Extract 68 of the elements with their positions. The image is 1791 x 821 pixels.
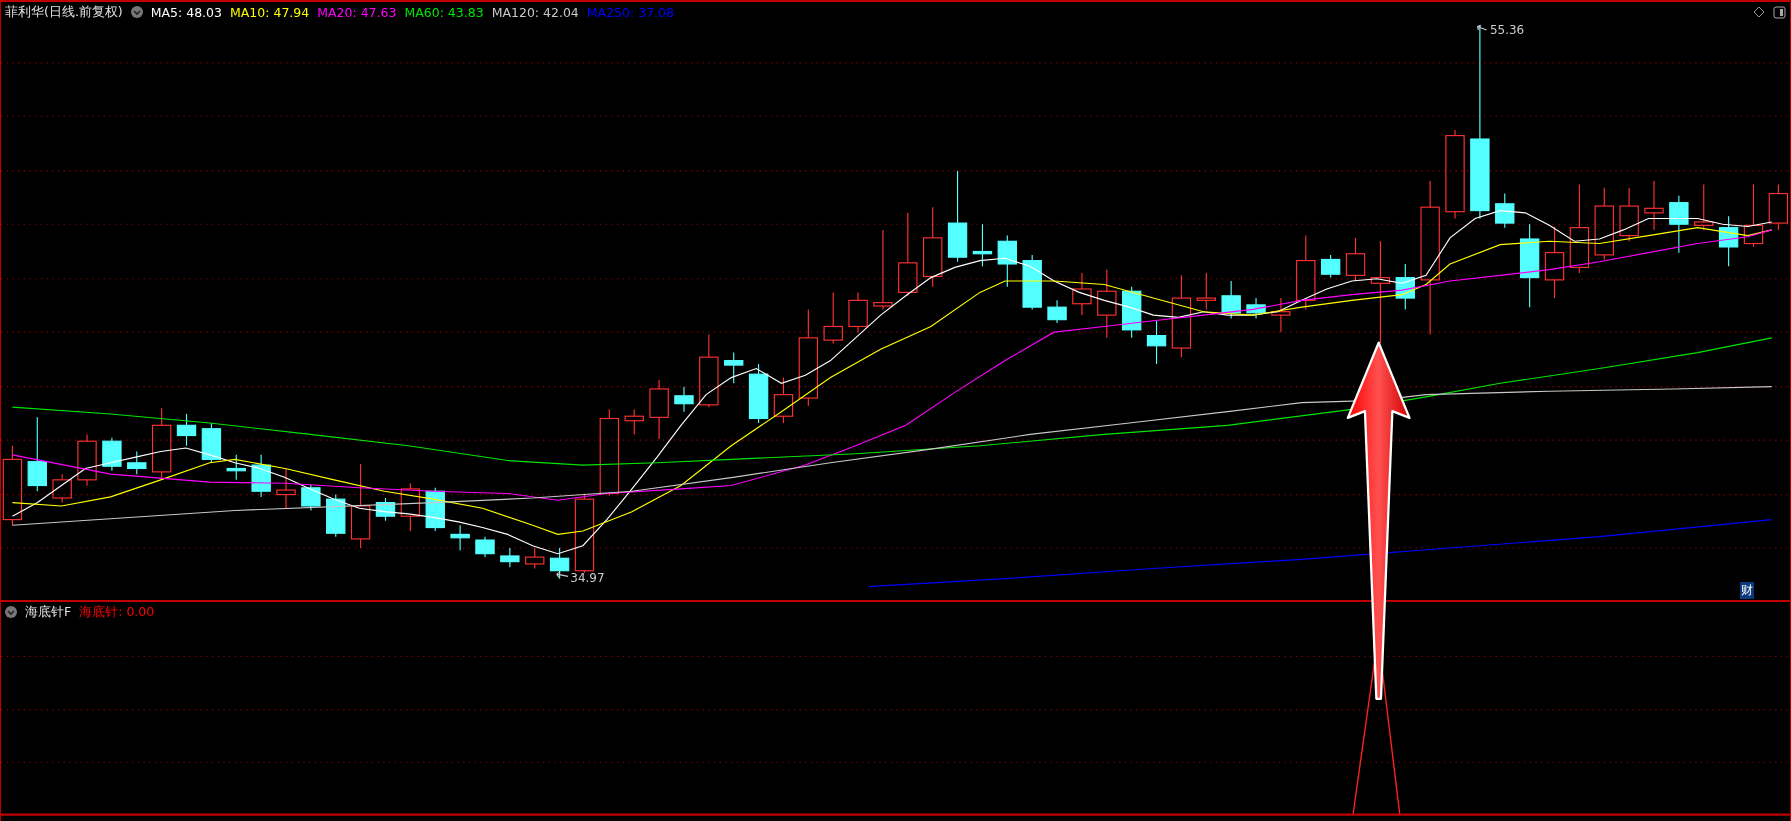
candlestick	[151, 407, 172, 479]
moving-average-value: MA120: 42.04	[491, 4, 579, 20]
candlestick	[201, 422, 222, 464]
panel-toggle-icon[interactable]	[1773, 5, 1786, 19]
candlestick	[1768, 183, 1789, 231]
candlestick	[1619, 187, 1639, 242]
stock-title: 菲利华(日线.前复权)	[5, 3, 123, 21]
moving-average-value: MA10: 47.94	[230, 4, 310, 20]
candlestick	[649, 379, 669, 440]
candlestick	[450, 524, 470, 551]
candlestick	[127, 450, 147, 475]
moving-average-value: MA5: 48.03	[150, 4, 222, 20]
indicator-reading: 海底针: 0.00	[79, 603, 155, 621]
candlestick	[500, 547, 520, 568]
candlestick	[251, 454, 271, 498]
candlestick	[375, 497, 396, 522]
candlestick	[773, 377, 794, 424]
candlestick	[400, 482, 421, 532]
candlestick	[549, 547, 570, 580]
finance-badge[interactable]: 财	[1740, 582, 1754, 599]
candlestick	[1097, 269, 1117, 339]
candlestick	[1743, 183, 1764, 248]
candlestick	[1694, 183, 1714, 231]
collapse-icon[interactable]	[130, 6, 143, 18]
candlestick	[724, 352, 744, 384]
low-price-label: 34.97	[570, 571, 605, 586]
candlestick	[52, 473, 72, 504]
candlestick	[1072, 272, 1092, 316]
leader-arrow-icon	[1476, 24, 1488, 31]
candlestick	[1718, 215, 1739, 267]
candlestick	[1146, 320, 1167, 365]
candlestick	[226, 454, 246, 481]
moving-average-value: MA60: 43.83	[404, 4, 484, 20]
diamond-icon[interactable]	[1753, 6, 1765, 18]
candlestick	[301, 483, 321, 512]
high-price-label: 55.36	[1489, 23, 1525, 38]
candlestick	[972, 223, 993, 267]
candlestick	[77, 433, 97, 487]
moving-average-value: MA20: 47.63	[317, 4, 397, 20]
candlestick	[475, 536, 495, 558]
candlestick	[848, 291, 868, 333]
candlestick	[326, 494, 346, 538]
candlestick	[1345, 237, 1366, 282]
candlestick	[997, 235, 1017, 288]
candlestick	[748, 363, 769, 424]
indicator-name: 海底针F	[25, 603, 72, 621]
candlestick	[1196, 272, 1216, 310]
candlestick	[1271, 297, 1291, 333]
candlestick	[525, 547, 545, 570]
candlestick	[176, 413, 197, 447]
candlestick	[1047, 299, 1067, 324]
candlestick	[1395, 263, 1415, 310]
candlestick	[102, 437, 122, 472]
candlestick	[624, 408, 644, 435]
candlestick	[1495, 193, 1515, 229]
candlestick	[276, 467, 296, 509]
candlestick	[1644, 180, 1664, 231]
candlestick	[1320, 254, 1341, 279]
candlestick	[1221, 280, 1241, 320]
leader-arrow-icon	[556, 571, 569, 579]
candlestick	[1669, 195, 1689, 254]
moving-average-value: MA250: 37.08	[586, 4, 674, 20]
candlestick	[674, 386, 694, 413]
candlestick	[1022, 254, 1042, 310]
collapse-icon[interactable]	[5, 606, 17, 618]
candlestick	[823, 291, 843, 345]
candlestick	[1122, 286, 1142, 339]
candlestick	[1246, 297, 1266, 320]
